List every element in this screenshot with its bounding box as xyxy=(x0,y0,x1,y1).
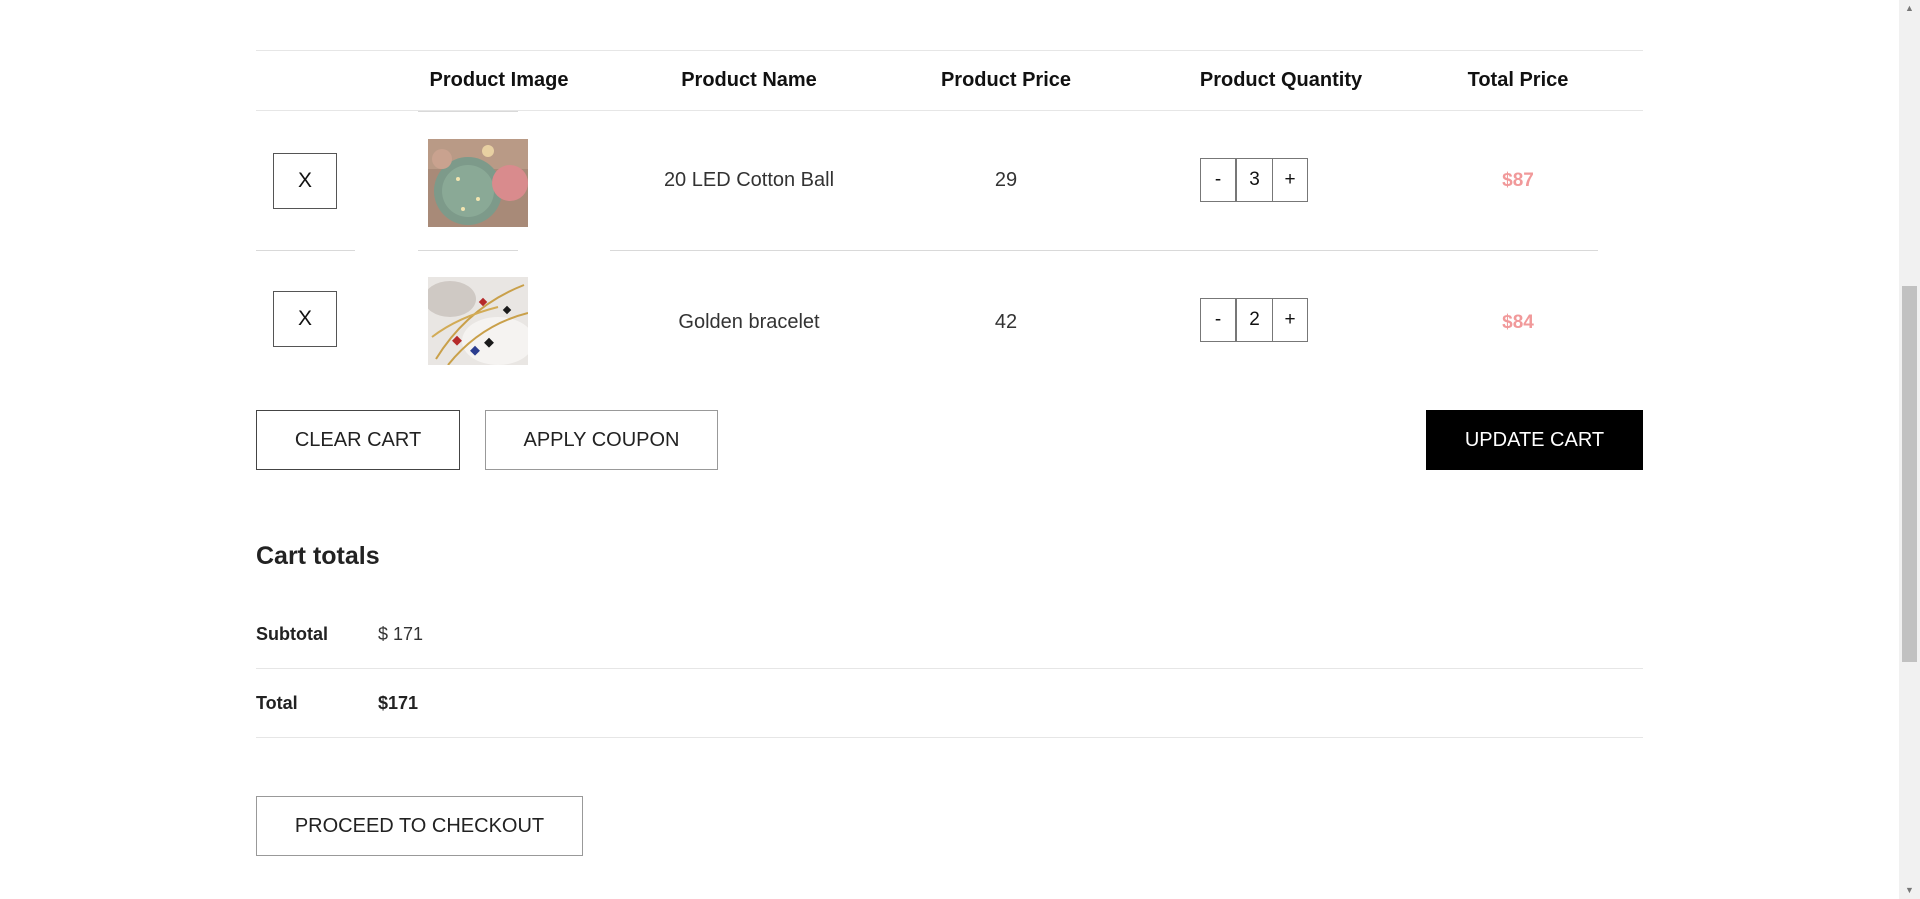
cart-table-header: Product Image Product Name Product Price… xyxy=(256,50,1643,111)
product-name: Golden bracelet xyxy=(678,311,820,333)
subtotal-row: Subtotal $ 171 xyxy=(256,600,1643,669)
quantity-input[interactable]: 3 xyxy=(1236,158,1272,202)
row-total-price: $87 xyxy=(1502,170,1534,191)
decrease-quantity-button[interactable]: - xyxy=(1200,298,1236,342)
header-product-name: Product Name xyxy=(681,69,817,91)
scrollbar-thumb[interactable] xyxy=(1902,286,1917,662)
scroll-down-arrow-icon[interactable]: ▼ xyxy=(1899,882,1920,899)
increase-quantity-button[interactable]: + xyxy=(1272,158,1308,202)
subtotal-label: Subtotal xyxy=(256,624,328,644)
total-value: $171 xyxy=(378,693,419,713)
row-total-price: $84 xyxy=(1502,312,1534,333)
proceed-to-checkout-button[interactable]: PROCEED TO CHECKOUT xyxy=(256,796,583,856)
header-product-price: Product Price xyxy=(940,69,1072,91)
table-row: X Golden bracelet 42 - 2 + $84 xyxy=(256,251,1643,391)
quantity-input[interactable]: 2 xyxy=(1236,298,1272,342)
update-cart-button[interactable]: UPDATE CART xyxy=(1426,410,1643,470)
product-price: 29 xyxy=(994,169,1018,191)
header-total-price: Total Price xyxy=(1467,69,1569,91)
header-product-image: Product Image xyxy=(429,69,569,91)
product-price: 42 xyxy=(994,311,1018,333)
golden-bracelet-thumbnail[interactable] xyxy=(428,277,528,365)
clear-cart-button[interactable]: CLEAR CART xyxy=(256,410,460,470)
apply-coupon-button[interactable]: APPLY COUPON xyxy=(485,410,718,470)
table-row: X 20 LED Cotton Ball 29 - 3 + $87 xyxy=(256,111,1643,251)
quantity-stepper: - 3 + xyxy=(1200,158,1310,204)
remove-item-button[interactable]: X xyxy=(273,291,337,347)
quantity-stepper: - 2 + xyxy=(1200,298,1310,344)
vertical-scrollbar[interactable]: ▲ ▼ xyxy=(1899,0,1920,899)
header-product-quantity: Product Quantity xyxy=(1199,69,1363,91)
total-label: Total xyxy=(256,693,298,713)
cotton-ball-lights-thumbnail[interactable] xyxy=(428,139,528,227)
product-name: 20 LED Cotton Ball xyxy=(663,169,835,191)
scroll-up-arrow-icon[interactable]: ▲ xyxy=(1899,0,1920,17)
cart-totals-title: Cart totals xyxy=(256,542,380,570)
decrease-quantity-button[interactable]: - xyxy=(1200,158,1236,202)
increase-quantity-button[interactable]: + xyxy=(1272,298,1308,342)
cart-content: Product Image Product Name Product Price… xyxy=(256,0,1643,899)
remove-item-button[interactable]: X xyxy=(273,153,337,209)
subtotal-value: $ 171 xyxy=(378,624,424,644)
total-row: Total $171 xyxy=(256,669,1643,738)
